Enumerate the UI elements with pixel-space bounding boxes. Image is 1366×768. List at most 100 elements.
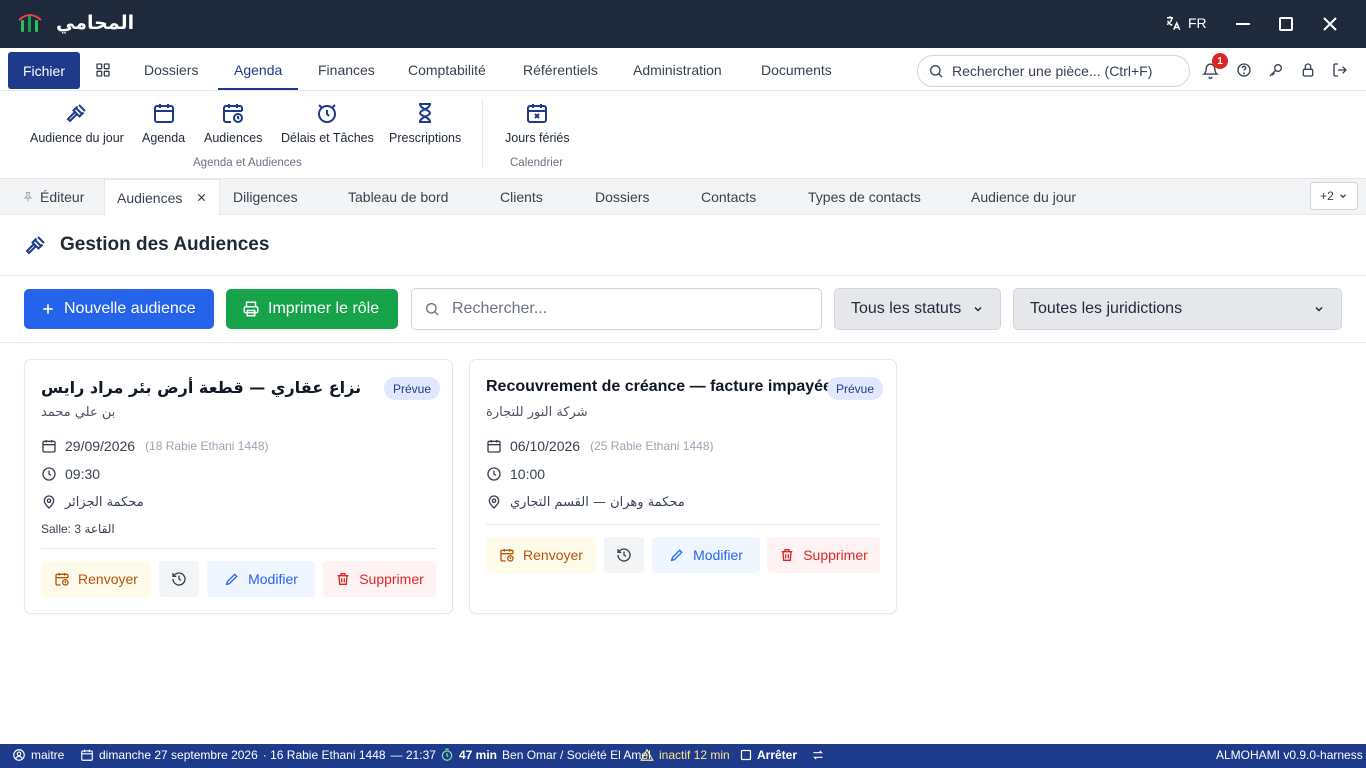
audience-room: Salle: القاعة 3 xyxy=(41,522,115,536)
history-button[interactable] xyxy=(604,537,644,573)
renvoyer-button[interactable]: Renvoyer xyxy=(41,561,151,597)
status-badge: Prévue xyxy=(827,377,884,400)
minimize-button[interactable] xyxy=(1231,12,1255,36)
tab-tableau-de-bord[interactable]: Tableau de bord xyxy=(348,179,448,215)
global-search[interactable] xyxy=(917,55,1190,87)
jurisdiction-filter-select[interactable]: Toutes les juridictions xyxy=(1013,288,1342,330)
apps-grid-icon[interactable] xyxy=(95,62,111,78)
timer-icon xyxy=(441,748,453,761)
page-header: Gestion des Audiences xyxy=(0,215,1366,276)
calendar-icon xyxy=(81,749,93,761)
audience-title: Recouvrement de créance — facture impayé… xyxy=(486,378,832,395)
menu-documents[interactable]: Documents xyxy=(761,62,832,78)
menu-active-indicator xyxy=(218,88,298,90)
fichier-menu-button[interactable]: Fichier xyxy=(8,52,80,89)
audience-time-row: 09:30 xyxy=(41,466,100,482)
ribbon-agenda[interactable]: Agenda xyxy=(142,101,185,145)
global-search-input[interactable] xyxy=(952,63,1182,79)
history-icon xyxy=(172,572,186,586)
plus-icon xyxy=(43,304,53,314)
close-button[interactable] xyxy=(1318,12,1342,36)
print-role-button[interactable]: Imprimer le rôle xyxy=(226,289,398,329)
menu-dossiers[interactable]: Dossiers xyxy=(144,62,198,78)
menu-referentiels[interactable]: Référentiels xyxy=(523,62,598,78)
ribbon-delais-taches[interactable]: Délais et Tâches xyxy=(281,101,374,145)
status-bar: maitre dimanche 27 septembre 2026 · 16 R… xyxy=(0,744,1366,768)
modifier-button[interactable]: Modifier xyxy=(207,561,315,597)
more-tabs-button[interactable]: +2 xyxy=(1310,182,1358,210)
pin-icon xyxy=(23,192,33,202)
tab-diligences[interactable]: Diligences xyxy=(233,179,298,215)
tab-dossiers[interactable]: Dossiers xyxy=(595,179,649,215)
ribbon-separator xyxy=(482,99,483,169)
new-audience-button[interactable]: Nouvelle audience xyxy=(24,289,214,329)
tab-clients[interactable]: Clients xyxy=(500,179,543,215)
status-user[interactable]: maitre xyxy=(12,748,64,762)
help-icon[interactable] xyxy=(1236,62,1252,78)
audience-court-row: محكمة الجزائر xyxy=(41,494,144,510)
audience-card: نزاع عقاري — قطعة أرض بئر مراد رايس Prév… xyxy=(24,359,453,614)
menu-finances[interactable]: Finances xyxy=(318,62,375,78)
calendar-icon xyxy=(153,104,174,123)
trash-icon xyxy=(781,549,793,561)
calendar-icon xyxy=(42,440,56,453)
supprimer-button[interactable]: Supprimer xyxy=(323,561,436,597)
audience-client: بن علي محمد xyxy=(41,405,116,420)
stop-timer-button[interactable]: Arrêter xyxy=(740,748,797,762)
audience-card: Recouvrement de créance — facture impayé… xyxy=(469,359,897,614)
maximize-button[interactable] xyxy=(1274,12,1298,36)
pencil-icon xyxy=(225,573,238,586)
menu-administration[interactable]: Administration xyxy=(633,62,722,78)
history-icon xyxy=(617,548,631,562)
tab-contacts[interactable]: Contacts xyxy=(701,179,756,215)
status-badge: Prévue xyxy=(384,377,441,400)
ribbon-audiences[interactable]: Audiences xyxy=(204,101,262,145)
printer-icon xyxy=(243,301,259,317)
ribbon-jours-feries[interactable]: Jours fériés xyxy=(505,101,570,145)
close-tab-icon[interactable] xyxy=(196,192,207,203)
warning-icon xyxy=(640,748,654,761)
ribbon-group-agenda-audiences: Agenda et Audiences xyxy=(193,157,302,169)
key-icon[interactable] xyxy=(1268,62,1284,78)
calendar-icon xyxy=(487,440,501,453)
audience-search[interactable] xyxy=(411,288,822,330)
history-button[interactable] xyxy=(159,561,199,597)
tab-audience-du-jour[interactable]: Audience du jour xyxy=(971,179,1076,215)
audience-date-row: 06/10/2026 (25 Rabie Ethani 1448) xyxy=(486,438,714,454)
card-divider xyxy=(486,524,880,525)
audience-search-input[interactable] xyxy=(452,300,802,318)
chevron-down-icon xyxy=(1339,194,1346,199)
translate-icon xyxy=(1166,16,1181,31)
supprimer-button[interactable]: Supprimer xyxy=(767,537,880,573)
card-divider xyxy=(41,548,436,549)
status-filter-select[interactable]: Tous les statuts xyxy=(834,288,1001,330)
app-version: ALMOHAMI v0.9.0-harness xyxy=(1216,748,1363,762)
renvoyer-button[interactable]: Renvoyer xyxy=(486,537,596,573)
status-date: dimanche 27 septembre 2026 · 16 Rabie Et… xyxy=(80,748,436,762)
ribbon-audience-du-jour[interactable]: Audience du jour xyxy=(30,101,124,145)
tab-audiences[interactable]: Audiences xyxy=(104,179,221,215)
ribbon-group-calendrier: Calendrier xyxy=(510,157,564,169)
chevron-down-icon xyxy=(1315,306,1323,312)
title-bar: المحامي FR xyxy=(0,0,1366,48)
modifier-button[interactable]: Modifier xyxy=(652,537,760,573)
pencil-icon xyxy=(670,549,683,562)
trash-icon xyxy=(337,573,349,585)
notification-badge: 1 xyxy=(1212,53,1228,69)
gavel-icon xyxy=(24,233,48,257)
language-switch[interactable]: FR xyxy=(1164,14,1207,32)
ribbon-prescriptions[interactable]: Prescriptions xyxy=(389,101,461,145)
map-pin-icon xyxy=(488,495,500,509)
audience-client: شركة النور للتجارة xyxy=(486,405,588,420)
square-icon xyxy=(740,749,752,761)
search-icon xyxy=(930,65,943,78)
lock-icon[interactable] xyxy=(1300,62,1316,78)
tab-editeur[interactable]: Éditeur xyxy=(22,179,84,215)
switch-context-icon[interactable] xyxy=(811,748,825,762)
logout-icon[interactable] xyxy=(1332,62,1348,78)
menu-agenda[interactable]: Agenda xyxy=(234,62,282,78)
clock-icon xyxy=(487,467,501,481)
menu-comptabilite[interactable]: Comptabilité xyxy=(408,62,486,78)
tab-types-de-contacts[interactable]: Types de contacts xyxy=(808,179,921,215)
status-inactive: inactif 12 min xyxy=(640,748,730,762)
